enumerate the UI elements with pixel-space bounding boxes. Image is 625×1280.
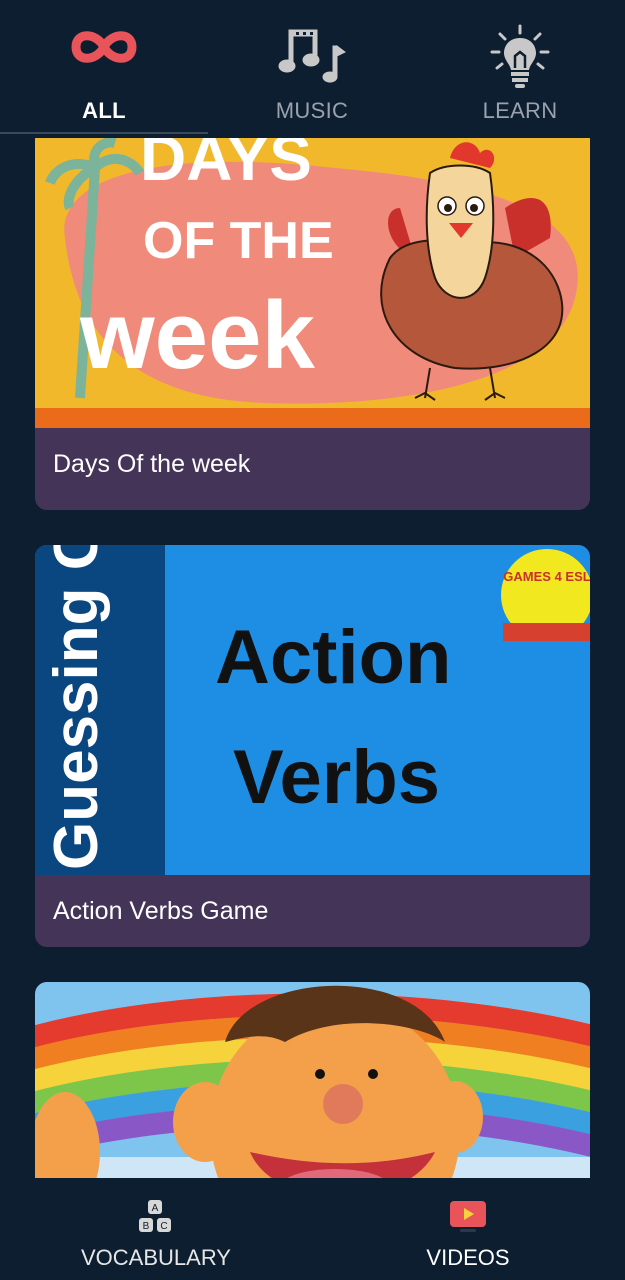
thumb-title-line2: OF THE <box>143 212 334 270</box>
abc-blocks-icon: A B C <box>134 1198 178 1243</box>
play-video-icon <box>446 1198 490 1239</box>
svg-text:B: B <box>143 1221 150 1232</box>
lightbulb-icon <box>488 24 552 95</box>
bottom-nav-bar: A B C VOCABULARY VIDEOS <box>0 1178 625 1280</box>
video-title[interactable]: Days Of the week <box>53 450 250 479</box>
tab-learn[interactable]: LEARN <box>416 0 624 138</box>
tab-all-label: ALL <box>82 98 126 123</box>
video-thumbnail[interactable]: DAYS OF THE week <box>35 138 590 428</box>
tab-all[interactable]: ALL <box>0 0 208 138</box>
infinity-icon <box>68 24 140 75</box>
svg-text:C: C <box>160 1221 167 1232</box>
tab-music[interactable]: MUSIC <box>208 0 416 138</box>
thumb-badge: GAMES 4 ESL <box>503 569 590 584</box>
video-feed[interactable]: DAYS OF THE week Days Of the week Guessi… <box>0 138 625 1178</box>
top-tab-bar: ALL MUSIC LEARN <box>0 0 625 138</box>
thumb-side-text: Guessing Game <box>42 545 111 870</box>
video-card-days-of-week[interactable]: DAYS OF THE week Days Of the week <box>35 138 590 510</box>
svg-text:A: A <box>152 1203 159 1214</box>
thumb-title-line1: Action <box>215 615 451 700</box>
video-title[interactable]: Action Verbs Game <box>53 897 268 926</box>
thumb-title-line2: Verbs <box>233 735 440 820</box>
video-thumbnail[interactable]: Guessing Game Action Verbs GAMES 4 ESL <box>35 545 590 875</box>
bottom-tab-videos-label: VIDEOS <box>426 1245 510 1270</box>
video-card-action-verbs[interactable]: Guessing Game Action Verbs GAMES 4 ESL A… <box>35 545 590 947</box>
tab-music-label: MUSIC <box>275 98 349 123</box>
bottom-tab-videos[interactable]: VIDEOS <box>312 1178 624 1280</box>
bottom-tab-vocabulary[interactable]: A B C VOCABULARY <box>0 1178 312 1280</box>
thumb-title-line1: DAYS <box>140 138 312 194</box>
tab-learn-label: LEARN <box>482 98 558 123</box>
video-thumbnail[interactable] <box>35 982 590 1178</box>
bottom-tab-vocabulary-label: VOCABULARY <box>81 1245 231 1270</box>
tab-indicator <box>0 132 208 134</box>
video-card-partial[interactable] <box>35 982 590 1178</box>
thumb-title-line3: week <box>79 282 315 389</box>
music-notes-icon <box>277 24 347 91</box>
